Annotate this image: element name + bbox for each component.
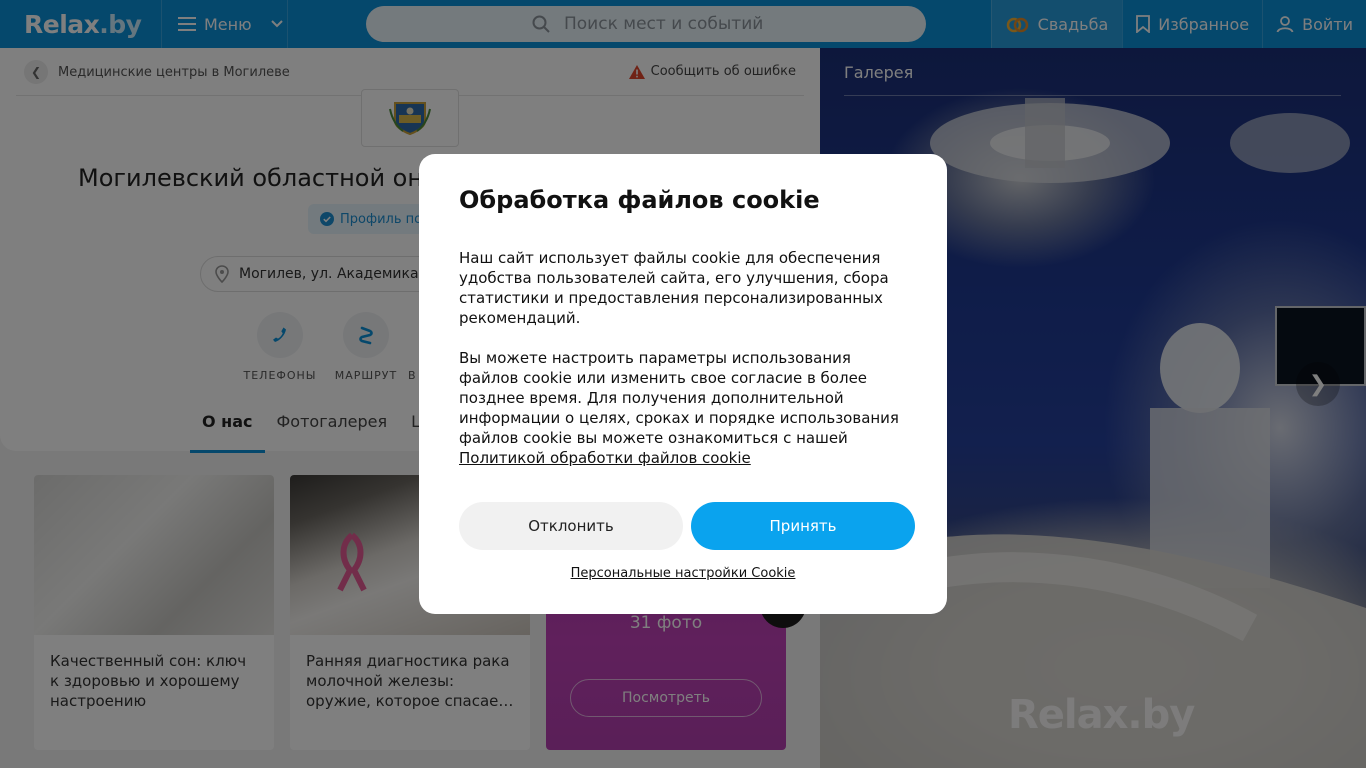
cookie-paragraph-2: Вы можете настроить параметры использова… [459,348,907,468]
decline-button[interactable]: Отклонить [459,502,683,550]
cookie-paragraph-2-text: Вы можете настроить параметры использова… [459,349,899,447]
cookie-title: Обработка файлов cookie [459,186,820,214]
cookie-policy-link[interactable]: Политикой обработки файлов cookie [459,449,751,467]
personal-cookie-settings-link[interactable]: Персональные настройки Cookie [419,566,947,581]
accept-button[interactable]: Принять [691,502,915,550]
cookie-dialog: Обработка файлов cookie Наш сайт использ… [419,154,947,614]
cookie-paragraph-1: Наш сайт использует файлы cookie для обе… [459,249,889,327]
